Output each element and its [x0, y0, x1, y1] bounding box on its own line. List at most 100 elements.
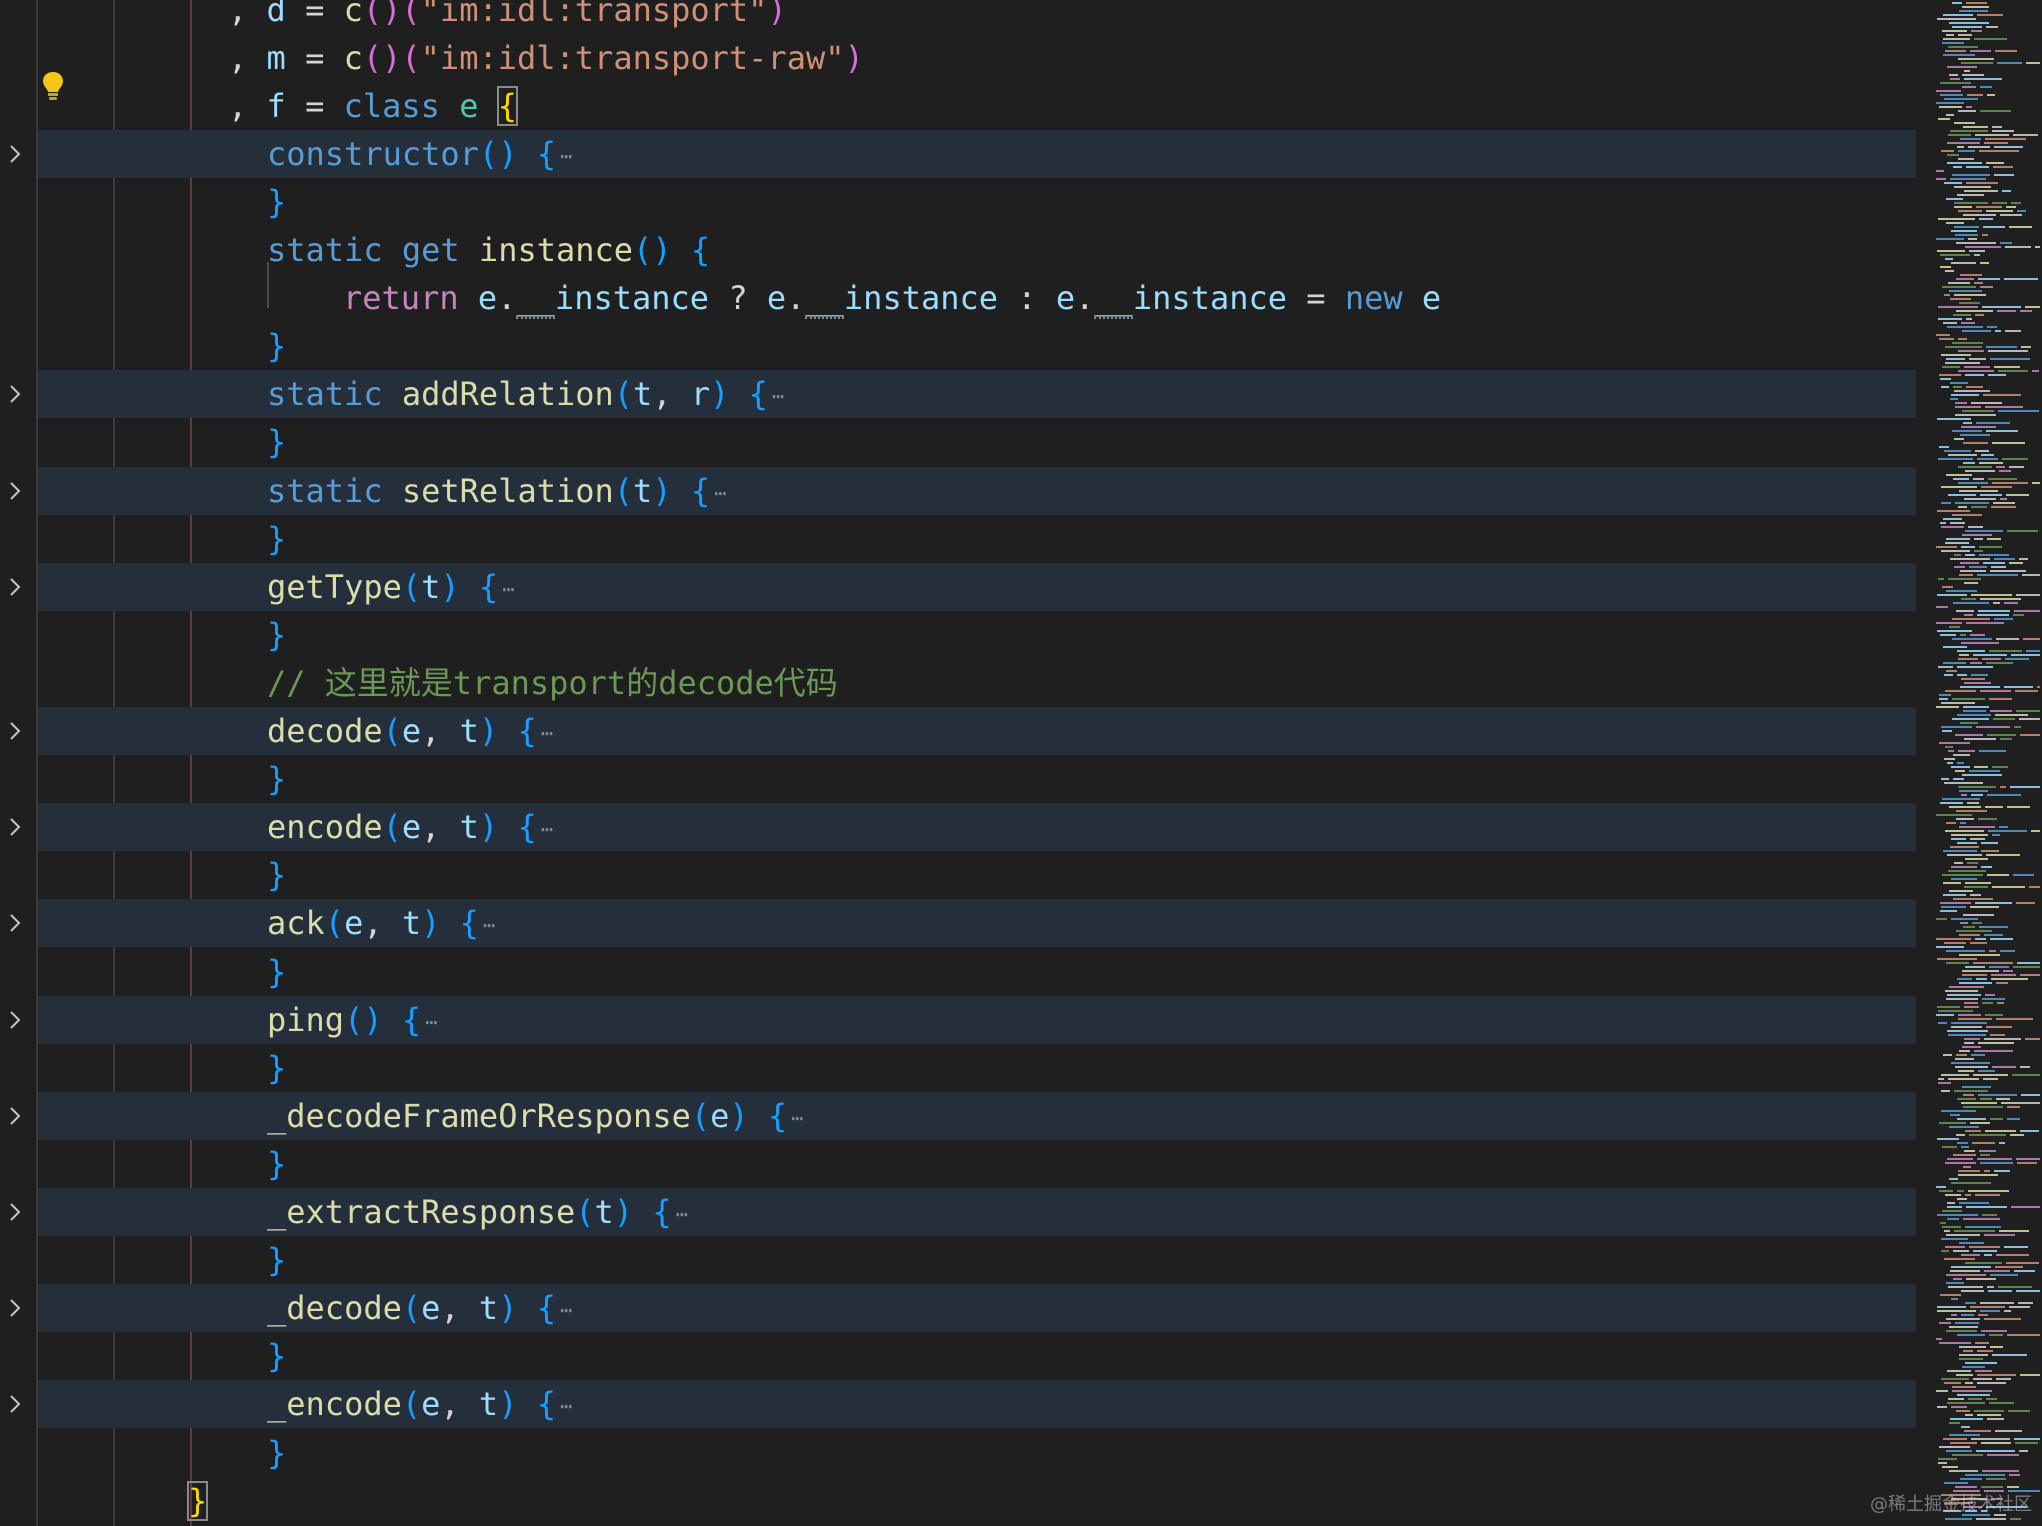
chevron-right-icon[interactable]: [0, 130, 30, 178]
minimap-line: [1991, 974, 2016, 976]
minimap-line: [1952, 514, 1982, 516]
code-line-folded[interactable]: static addRelation(t, r) {⋯: [38, 370, 1916, 418]
minimap-line: [1946, 962, 1969, 964]
token-underline: __: [516, 279, 555, 319]
lightbulb-icon[interactable]: [40, 70, 66, 102]
minimap-line: [1938, 1078, 1944, 1080]
chevron-right-icon[interactable]: [0, 370, 30, 418]
chevron-right-icon[interactable]: [0, 1284, 30, 1332]
folded-ellipsis-icon[interactable]: ⋯: [560, 146, 580, 166]
code-line[interactable]: }: [38, 851, 1916, 899]
minimap-line: [1943, 322, 1957, 324]
code-line-folded[interactable]: ping() {⋯: [38, 996, 1916, 1044]
chevron-right-icon[interactable]: [0, 563, 30, 611]
code-line[interactable]: // 这里就是transport的decode代码: [38, 659, 1916, 707]
minimap-line: [1982, 998, 2005, 1000]
folded-ellipsis-icon[interactable]: ⋯: [560, 1396, 580, 1416]
code-line[interactable]: }: [38, 755, 1916, 803]
chevron-right-icon[interactable]: [0, 803, 30, 851]
minimap-line: [1980, 1098, 1992, 1100]
minimap-line: [1946, 1234, 1980, 1236]
minimap-line: [1958, 506, 1967, 508]
chevron-right-icon[interactable]: [0, 899, 30, 947]
chevron-right-icon[interactable]: [0, 1188, 30, 1236]
code-line[interactable]: }: [38, 1044, 1916, 1092]
code-token: ): [710, 375, 730, 413]
code-line-folded[interactable]: getType(t) {⋯: [38, 563, 1916, 611]
folded-ellipsis-icon[interactable]: ⋯: [483, 915, 503, 935]
code-token: m: [266, 39, 286, 77]
code-line-folded[interactable]: static setRelation(t) {⋯: [38, 467, 1916, 515]
code-line-folded[interactable]: _encode(e, t) {⋯: [38, 1380, 1916, 1428]
code-line[interactable]: , d = c()("im:idl:transport"): [38, 0, 1916, 34]
code-line[interactable]: }: [38, 178, 1916, 226]
folded-ellipsis-icon[interactable]: ⋯: [502, 579, 522, 599]
minimap-line: [1942, 1226, 1961, 1228]
minimap-line: [1988, 830, 2027, 832]
code-line[interactable]: , m = c()("im:idl:transport-raw"): [38, 34, 1916, 82]
minimap-line: [1994, 558, 2015, 560]
minimap-line: [1974, 254, 1980, 256]
code-text: // 这里就是transport的decode代码: [267, 659, 838, 707]
chevron-right-icon[interactable]: [0, 1092, 30, 1140]
minimap-line: [1942, 42, 1964, 44]
code-line[interactable]: }: [38, 948, 1916, 996]
minimap-line: [1963, 914, 1994, 916]
code-line-folded[interactable]: encode(e, t) {⋯: [38, 803, 1916, 851]
code-line[interactable]: }: [38, 322, 1916, 370]
code-line-folded[interactable]: _decodeFrameOrResponse(e) {⋯: [38, 1092, 1916, 1140]
folded-ellipsis-icon[interactable]: ⋯: [791, 1108, 811, 1128]
code-token: t: [459, 808, 479, 846]
minimap-line: [1941, 1378, 1969, 1380]
minimap-line: [2017, 1162, 2037, 1164]
folded-ellipsis-icon[interactable]: ⋯: [541, 819, 561, 839]
minimap-line: [1946, 358, 1965, 360]
code-line-folded[interactable]: ack(e, t) {⋯: [38, 899, 1916, 947]
code-line-folded[interactable]: _extractResponse(t) {⋯: [38, 1188, 1916, 1236]
minimap-line: [1941, 486, 1977, 488]
minimap-line: [1939, 698, 1948, 700]
chevron-right-icon[interactable]: [0, 707, 30, 755]
minimap-line: [1998, 410, 2039, 412]
minimap-line: [1945, 990, 1978, 992]
minimap[interactable]: [1922, 0, 2042, 1526]
code-line[interactable]: }: [38, 1140, 1916, 1188]
minimap-line: [1973, 654, 2007, 656]
code-token: ): [613, 1193, 634, 1231]
chevron-right-icon[interactable]: [0, 467, 30, 515]
code-line-folded[interactable]: decode(e, t) {⋯: [38, 707, 1916, 755]
minimap-line: [1948, 494, 1976, 496]
folded-ellipsis-icon[interactable]: ⋯: [541, 723, 561, 743]
chevron-right-icon[interactable]: [0, 996, 30, 1044]
minimap-line: [2015, 690, 2038, 692]
code-line[interactable]: }: [38, 1429, 1916, 1477]
folded-ellipsis-icon[interactable]: ⋯: [772, 386, 792, 406]
chevron-right-icon[interactable]: [0, 1380, 30, 1428]
minimap-line: [1966, 318, 1972, 320]
code-line[interactable]: static get instance() {: [38, 226, 1916, 274]
code-line[interactable]: }: [38, 1477, 1916, 1525]
minimap-line: [1987, 538, 2001, 540]
minimap-line: [1970, 634, 1985, 636]
minimap-line: [1938, 1082, 1951, 1084]
folded-ellipsis-icon[interactable]: ⋯: [425, 1012, 445, 1032]
code-line-folded[interactable]: _decode(e, t) {⋯: [38, 1284, 1916, 1332]
minimap-line: [1953, 602, 1989, 604]
code-editor[interactable]: , d = c()("im:idl:transport"), m = c()("…: [0, 0, 2042, 1526]
minimap-line: [1936, 1390, 1948, 1392]
code-line[interactable]: return e.__instance ? e.__instance : e._…: [38, 274, 1916, 322]
code-line[interactable]: }: [38, 1332, 1916, 1380]
minimap-line: [1947, 66, 1977, 68]
minimap-line: [1974, 38, 2007, 40]
code-line[interactable]: }: [38, 611, 1916, 659]
minimap-line: [1979, 750, 2006, 752]
code-line[interactable]: }: [38, 515, 1916, 563]
code-token: addRelation: [401, 375, 614, 413]
code-line[interactable]: }: [38, 418, 1916, 466]
code-line[interactable]: , f = class e {: [38, 82, 1916, 130]
folded-ellipsis-icon[interactable]: ⋯: [714, 483, 734, 503]
folded-ellipsis-icon[interactable]: ⋯: [676, 1204, 696, 1224]
folded-ellipsis-icon[interactable]: ⋯: [560, 1300, 580, 1320]
code-line[interactable]: }: [38, 1236, 1916, 1284]
code-line-folded[interactable]: constructor() {⋯: [38, 130, 1916, 178]
